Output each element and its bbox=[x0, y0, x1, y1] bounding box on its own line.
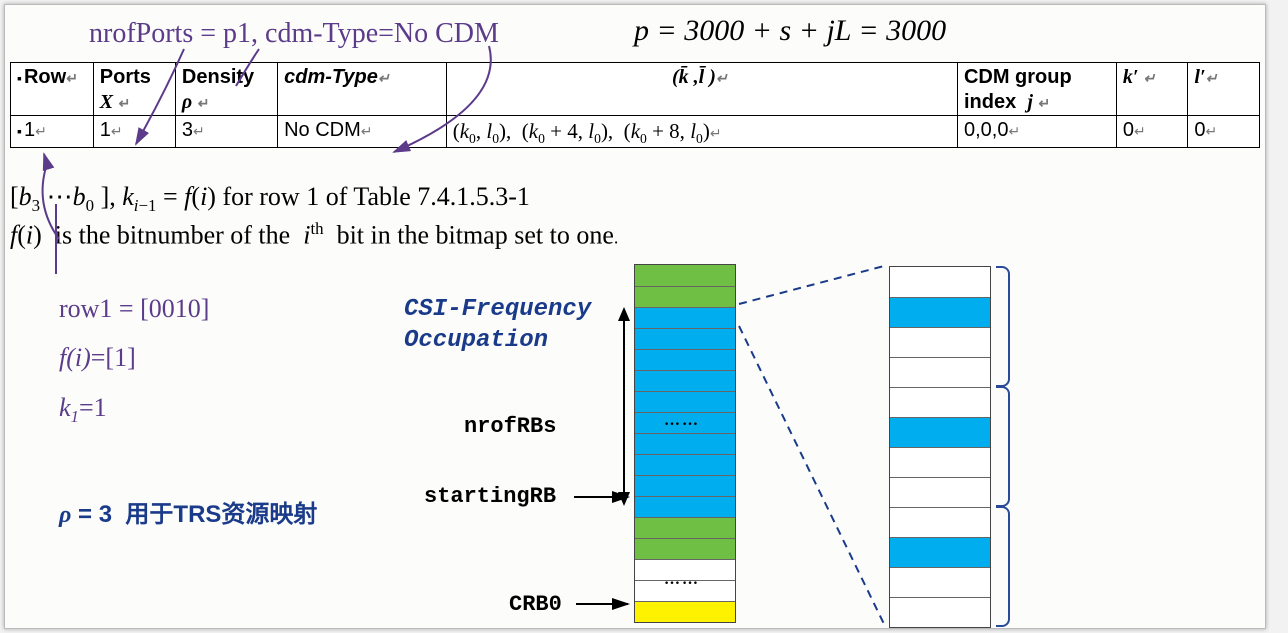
subcarrier-cell bbox=[890, 387, 990, 417]
rb-cell bbox=[635, 307, 735, 328]
rb-cell bbox=[635, 286, 735, 307]
rb-cell bbox=[635, 496, 735, 517]
params-table: ▪Row↵ Ports X ↵ Density ρ ↵ cdm-Type↵ (k… bbox=[10, 62, 1260, 148]
rb-cell bbox=[635, 454, 735, 475]
cell-density: 3↵ bbox=[175, 116, 277, 148]
rb-cell bbox=[635, 517, 735, 538]
row1-bits: row1 = [0010] bbox=[59, 284, 209, 333]
rb-cell bbox=[635, 370, 735, 391]
cell-ports: 1↵ bbox=[93, 116, 175, 148]
col-lprime: l′↵ bbox=[1188, 63, 1260, 116]
rho-note: ρ = 3 用于TRS资源映射 bbox=[59, 494, 317, 529]
col-cdmtype: cdm-Type↵ bbox=[278, 63, 447, 116]
label-startingrb: startingRB bbox=[424, 484, 556, 509]
subcarrier-cell bbox=[890, 267, 990, 297]
row1-values: row1 = [0010] f(i)=[1] k1=1 bbox=[59, 284, 209, 433]
rb-cell bbox=[635, 265, 735, 286]
col-kl: (k̄ ,l̄ )↵ bbox=[446, 63, 957, 116]
subcarrier-cell bbox=[890, 327, 990, 357]
rb-cell bbox=[635, 475, 735, 496]
subcarrier-cell bbox=[890, 567, 990, 597]
brace-icon bbox=[996, 386, 1010, 507]
subcarrier-cell bbox=[890, 507, 990, 537]
rb-cell bbox=[635, 391, 735, 412]
resource-grid-left bbox=[634, 264, 736, 623]
cell-row: ▪1↵ bbox=[11, 116, 94, 148]
label-csi-freq: CSI-FrequencyOccupation bbox=[404, 294, 591, 356]
subcarrier-cell bbox=[890, 537, 990, 567]
table-header-row: ▪Row↵ Ports X ↵ Density ρ ↵ cdm-Type↵ (k… bbox=[11, 63, 1260, 116]
cell-lprime: 0↵ bbox=[1188, 116, 1260, 148]
table-wrapper: ▪Row↵ Ports X ↵ Density ρ ↵ cdm-Type↵ (k… bbox=[10, 62, 1260, 148]
dots-bottom: …… bbox=[664, 571, 700, 589]
col-cdmgroup: CDM groupindex j ↵ bbox=[957, 63, 1116, 116]
cell-cdmgroup: 0,0,0↵ bbox=[957, 116, 1116, 148]
explain-line1: [b3 ⋯b0 ], ki−1 = f(i) for row 1 of Tabl… bbox=[10, 182, 530, 216]
subcarrier-cell bbox=[890, 447, 990, 477]
brace-icon bbox=[996, 506, 1010, 627]
rb-cell bbox=[635, 433, 735, 454]
page: nrofPorts = p1, cdm-Type=No CDM p = 3000… bbox=[4, 4, 1266, 629]
label-nrofrbs: nrofRBs bbox=[464, 414, 556, 439]
dots-middle: …… bbox=[664, 412, 700, 430]
equation-p: p = 3000 + s + jL = 3000 bbox=[634, 14, 946, 48]
rb-cell bbox=[635, 538, 735, 559]
col-row: ▪Row↵ bbox=[11, 63, 94, 116]
explain-line2: f(i) is the bitnumber of the ith bit in … bbox=[10, 219, 618, 251]
brace-icon bbox=[996, 266, 1010, 387]
rb-cell bbox=[635, 349, 735, 370]
table-row: ▪1↵ 1↵ 3↵ No CDM↵ (k0, l0), (k0 + 4, l0)… bbox=[11, 116, 1260, 148]
col-density: Density ρ ↵ bbox=[175, 63, 277, 116]
rb-cell bbox=[635, 601, 735, 622]
resource-grid-right bbox=[889, 266, 991, 628]
rb-cell bbox=[635, 328, 735, 349]
cell-kprime: 0↵ bbox=[1116, 116, 1188, 148]
col-kprime: k′ ↵ bbox=[1116, 63, 1188, 116]
annotation-nrofports: nrofPorts = p1, cdm-Type=No CDM bbox=[89, 18, 499, 50]
subcarrier-cell bbox=[890, 357, 990, 387]
cell-cdmtype: No CDM↵ bbox=[278, 116, 447, 148]
col-ports: Ports X ↵ bbox=[93, 63, 175, 116]
ki-value: k1=1 bbox=[59, 383, 209, 433]
cell-kl: (k0, l0), (k0 + 4, l0), (k0 + 8, l0)↵ bbox=[446, 116, 957, 148]
fi-value: f(i)=[1] bbox=[59, 333, 209, 382]
label-crb0: CRB0 bbox=[509, 592, 562, 617]
subcarrier-cell bbox=[890, 417, 990, 447]
subcarrier-cell bbox=[890, 597, 990, 627]
subcarrier-cell bbox=[890, 477, 990, 507]
subcarrier-cell bbox=[890, 297, 990, 327]
